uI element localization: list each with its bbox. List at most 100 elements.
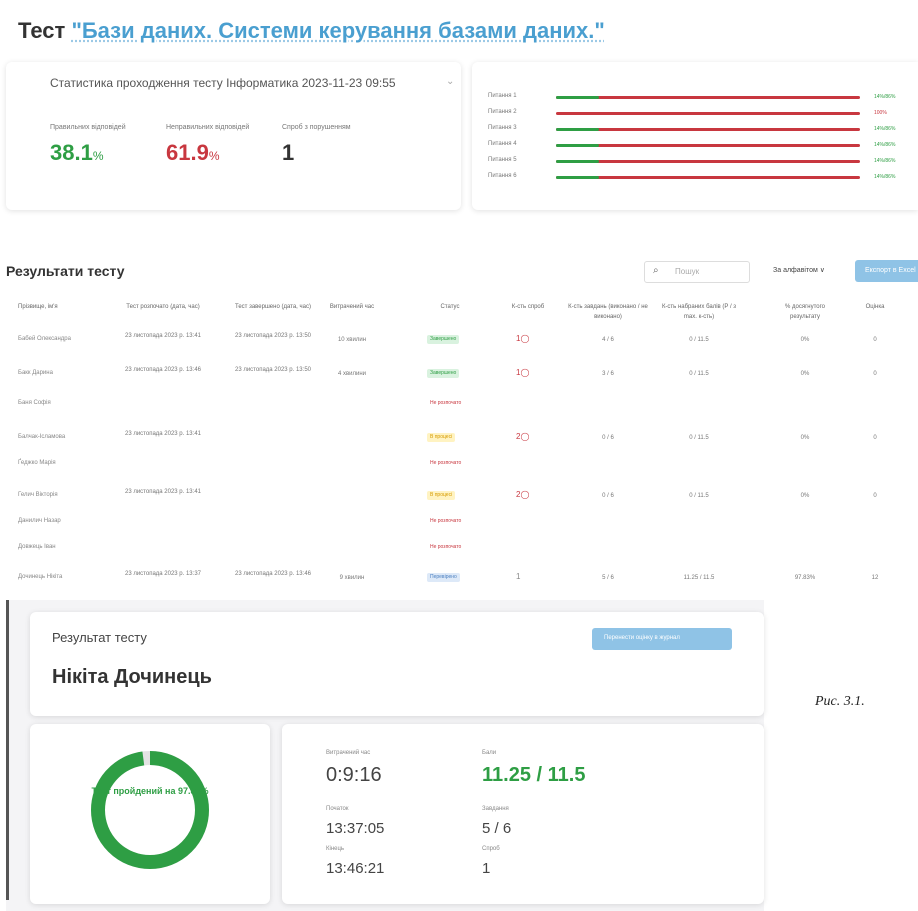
student-name-cell: Довжець Іван <box>18 544 56 550</box>
result-title: Результат тесту <box>52 630 147 645</box>
statistics-title: Статистика проходження тесту Інформатика… <box>50 76 396 90</box>
start-cell: 23 листопада 2023 р. 13:41 <box>124 333 201 339</box>
percent-cell: 0% <box>800 435 810 441</box>
transfer-grade-button[interactable]: Перенести оцінку в журнал <box>592 628 732 650</box>
points-cell: 0 / 11.5 <box>689 371 709 377</box>
student-name: Нікіта Дочинець <box>52 666 212 688</box>
time-cell: 9 хвилин <box>339 575 365 581</box>
column-header[interactable]: К-сть завдань (виконано / не виконано) <box>568 302 648 322</box>
donut-chart <box>91 751 209 869</box>
attempts-cell: 2◯ <box>516 432 530 441</box>
question-percent: 14%/86% <box>874 94 896 100</box>
points-cell: 0 / 11.5 <box>689 493 709 499</box>
tasks-cell: 0 / 6 <box>602 493 614 499</box>
question-label: Питання 1 <box>488 93 517 99</box>
time-value: 0:9:16 <box>326 764 382 786</box>
question-bar-correct <box>556 144 599 147</box>
column-header[interactable]: % досягнутого результату <box>770 302 840 322</box>
attempts-label: Спроб <box>482 846 500 852</box>
correct-value: 38.1% <box>50 140 104 165</box>
student-name-cell: Бабей Олександра <box>18 336 71 342</box>
grade-cell: 0 <box>873 371 877 377</box>
sort-select[interactable]: За алфавітом ∨ <box>773 266 825 274</box>
result-header-card: Результат тесту Нікіта Дочинець Перенест… <box>30 612 764 716</box>
search-placeholder: Пошук <box>675 267 700 276</box>
statistics-card: Статистика проходження тесту Інформатика… <box>6 62 461 210</box>
donut-progress <box>91 751 209 869</box>
column-header[interactable]: Статус <box>420 302 480 312</box>
status-badge: Завершено <box>427 335 460 344</box>
question-percent: 100% <box>874 110 887 116</box>
end-value: 13:46:21 <box>326 860 385 877</box>
student-name-cell: Гелич Вікторія <box>18 492 58 498</box>
percent-cell: 0% <box>800 371 810 377</box>
status-badge: Не розпочато <box>430 518 462 524</box>
time-cell: 10 хвилин <box>337 337 367 343</box>
attempts-value: 1 <box>482 860 491 877</box>
figure-caption: Рис. 3.1. <box>815 694 865 709</box>
question-bar <box>556 176 860 179</box>
tasks-cell: 0 / 6 <box>602 435 614 441</box>
tasks-value: 5 / 6 <box>482 820 512 837</box>
points-cell: 0 / 11.5 <box>689 435 709 441</box>
grade-cell: 12 <box>871 575 879 581</box>
test-name-link[interactable]: "Бази даних. Системи керування базами да… <box>71 18 604 43</box>
student-name-cell: Данилич Назар <box>18 518 61 524</box>
search-icon: ⌕ <box>653 265 659 276</box>
wrong-label: Неправильних відповідей <box>166 124 250 131</box>
panel-border <box>6 600 9 900</box>
time-label: Витрачений час <box>326 750 371 756</box>
details-card: Витрачений час 0:9:16 Бали 11.25 / 11.5 … <box>282 724 764 904</box>
status-badge: Перевірено <box>427 573 460 582</box>
start-label: Початок <box>326 806 349 812</box>
column-header[interactable]: Витрачений час <box>320 302 384 312</box>
student-name-cell: Дочинець Нікіта <box>18 574 63 580</box>
column-header[interactable]: Тест розпочато (дата, час) <box>118 302 208 312</box>
points-cell: 11.25 / 11.5 <box>683 575 715 581</box>
student-name-cell: Бакк Дарина <box>18 370 53 376</box>
attempts-cell: 1◯ <box>516 334 530 343</box>
donut-card: Тест пройдений на 97.83% <box>30 724 270 904</box>
question-bar <box>556 144 860 147</box>
transfer-grade-label: Перенести оцінку в журнал <box>604 635 680 641</box>
question-label: Питання 3 <box>488 125 517 131</box>
percent-cell: 0% <box>800 337 810 343</box>
end-cell: 23 листопада 2023 р. 13:50 <box>234 333 311 339</box>
export-button-label: Експорт в Excel <box>865 267 916 274</box>
column-header[interactable]: Тест завершено (дата, час) <box>233 302 313 312</box>
table-row[interactable] <box>0 392 918 424</box>
end-cell: 23 листопада 2023 р. 13:50 <box>234 367 311 373</box>
table-row[interactable] <box>0 536 918 568</box>
attempts-cell: 1 <box>516 572 521 581</box>
question-label: Питання 5 <box>488 157 517 163</box>
question-bar-correct <box>556 160 599 163</box>
export-button[interactable]: Експорт в Excel <box>855 260 918 282</box>
question-stats-card: Питання 1 14%/86% Питання 2 100% Питання 3 14… <box>472 62 918 210</box>
correct-label: Правильних відповідей <box>50 124 126 131</box>
question-bar <box>556 160 860 163</box>
table-row[interactable] <box>0 452 918 484</box>
column-header[interactable]: К-сть спроб <box>508 302 548 312</box>
points-cell: 0 / 11.5 <box>689 337 709 343</box>
question-percent: 14%/86% <box>874 174 896 180</box>
search-input[interactable]: ⌕ Пошук <box>644 261 750 283</box>
donut-label: Тест пройдений на 97.83% <box>91 786 209 796</box>
points-label: Бали <box>482 750 497 756</box>
tasks-label: Завдання <box>482 806 509 812</box>
question-label: Питання 2 <box>488 109 517 115</box>
grade-cell: 0 <box>873 493 877 499</box>
page-title-prefix: Тест <box>18 18 66 43</box>
start-cell: 23 листопада 2023 р. 13:41 <box>124 489 201 495</box>
start-cell: 23 листопада 2023 р. 13:37 <box>124 571 201 577</box>
wrong-value: 61.9% <box>166 140 220 165</box>
question-bar <box>556 96 860 99</box>
percent-cell: 97.83% <box>794 575 816 581</box>
column-header[interactable]: Оцінка <box>855 302 895 312</box>
question-bar <box>556 112 860 115</box>
column-header[interactable]: Прізвище, ім'я <box>18 302 98 312</box>
chevron-down-icon[interactable]: ⌄ <box>446 76 454 87</box>
question-percent: 14%/86% <box>874 126 896 132</box>
column-header[interactable]: К-сть набраних балів (P / з max. к-сть) <box>658 302 740 322</box>
attempts-cell: 2◯ <box>516 490 530 499</box>
student-name-cell: Ґеджко Марія <box>18 460 56 466</box>
